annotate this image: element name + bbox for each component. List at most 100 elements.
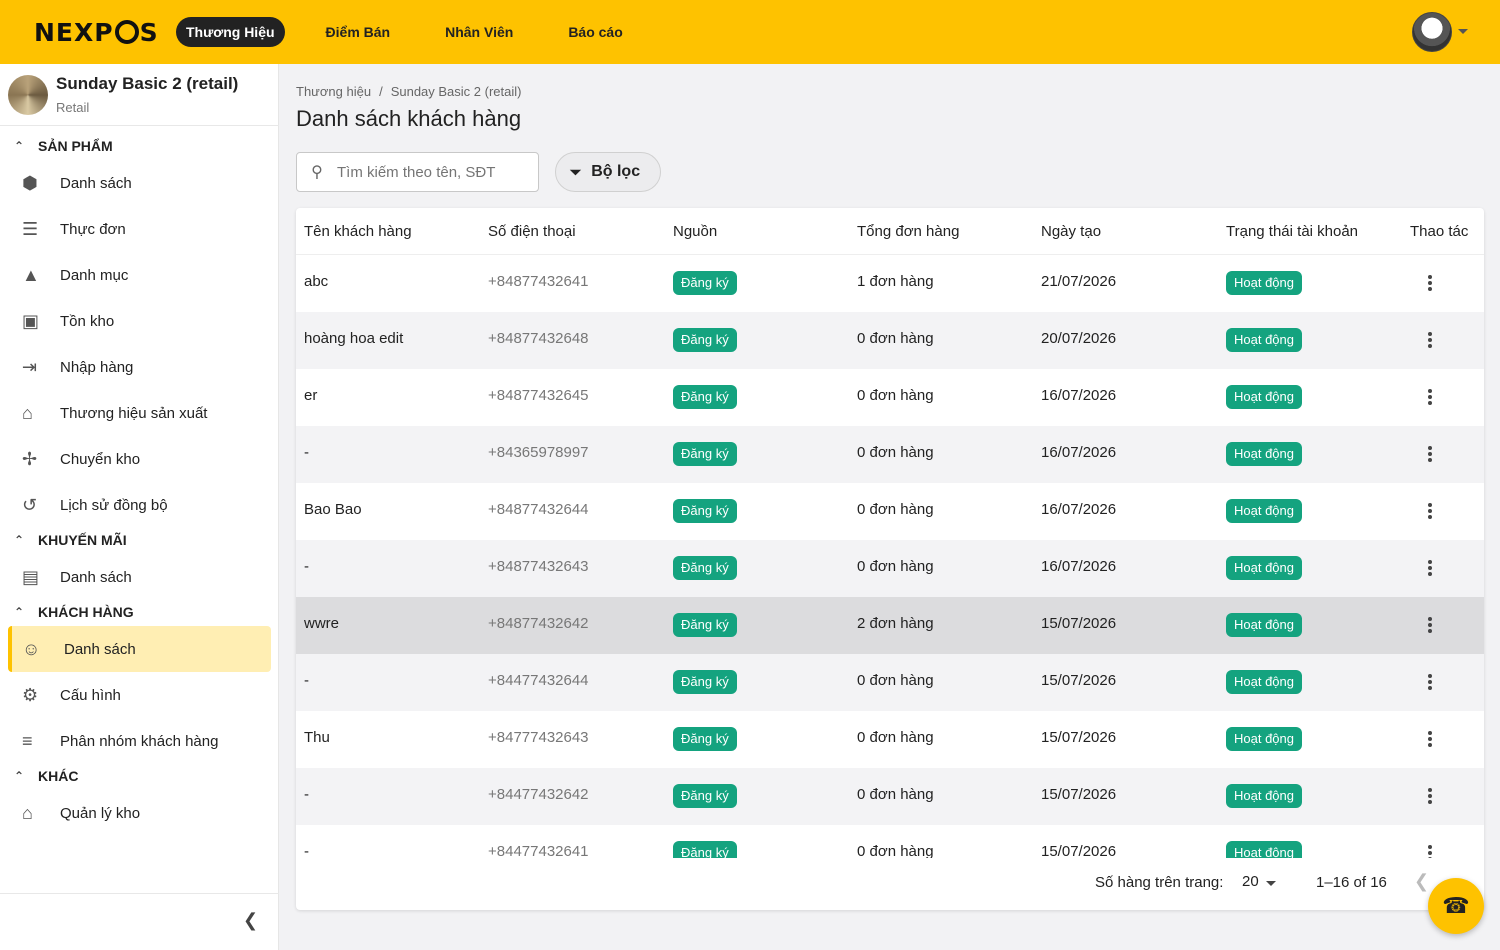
sidebar-item-0-3[interactable]: ▣ Tồn kho [8,298,271,344]
more-vert-icon[interactable] [1422,442,1438,466]
more-vert-icon[interactable] [1422,499,1438,523]
breadcrumb-thuong-hieu[interactable]: Thương hiệu [296,84,371,99]
pagination-range: 1–16 of 16 [1316,874,1387,891]
search-icon: ⚲ [311,164,323,181]
column-header-6[interactable]: Thao tác [1410,223,1468,240]
logo-text-left: NEXP [34,17,114,47]
store-header[interactable]: Sunday Basic 2 (retail) Retail [8,74,238,115]
sidebar-item-0-6[interactable]: ✢ Chuyển kho [8,436,271,482]
menu-book-icon: ☰ [22,218,39,239]
sidebar-item-0-5[interactable]: ⌂ Thương hiệu sản xuất [8,390,271,436]
top-bar: NEXP S Thương Hiệu Điểm Bán Nhân Viên Báo… [0,0,1500,64]
more-vert-icon[interactable] [1422,385,1438,409]
support-headset-icon[interactable]: ☎ [1428,878,1484,934]
more-vert-icon[interactable] [1422,271,1438,295]
logo-o-icon [114,20,139,44]
chevron-up-icon: ⌃ [13,769,25,783]
column-header-5[interactable]: Trạng thái tài khoản [1226,223,1358,240]
table-row[interactable]: er +84877432645 Đăng ký 0 đơn hàng 16/07/202… [296,369,1484,426]
table-row[interactable]: Bao Bao +84877432644 Đăng ký 0 đơn hàng 16/0… [296,483,1484,540]
sidebar-item-label: Quản lý kho [60,804,141,822]
status-badge: Hoạt động [1226,841,1302,858]
sidebar-section-title: KHUYẾN MÃI [38,532,127,548]
main-nav: Thương Hiệu Điểm Bán Nhân Viên Báo cáo [176,17,648,47]
nav-bao-cao[interactable]: Báo cáo [558,17,632,47]
created-date: 16/07/2026 [1041,444,1117,461]
column-header-4[interactable]: Ngày tạo [1041,223,1101,240]
sidebar-section-2[interactable]: ⌃ KHÁCH HÀNG [0,600,279,624]
collapse-sidebar-chevron-left-icon[interactable]: ❮ [243,910,258,931]
more-vert-icon[interactable] [1422,727,1438,751]
rows-per-page-chevron-down-icon[interactable] [1266,881,1276,886]
customer-name: Thu [304,729,330,746]
more-vert-icon[interactable] [1422,670,1438,694]
table-row[interactable]: wwre +84877432642 Đăng ký 2 đơn hàng 15/07/2… [296,597,1484,654]
sidebar-item-2-0[interactable]: ☺ Danh sách [8,626,271,672]
filter-button[interactable]: ⏷ Bộ lọc [555,152,661,192]
order-count: 2 đơn hàng [857,615,934,632]
column-header-1[interactable]: Số điện thoại [488,223,576,240]
table-row[interactable]: Thu +84777432643 Đăng ký 0 đơn hàng 15/07/20… [296,711,1484,768]
user-avatar[interactable] [1412,12,1452,52]
sidebar-item-0-0[interactable]: ⬢ Danh sách [8,160,271,206]
column-header-3[interactable]: Tổng đơn hàng [857,223,959,240]
more-vert-icon[interactable] [1422,784,1438,808]
history-icon: ↺ [22,494,38,515]
sidebar-item-2-1[interactable]: ⚙ Cấu hình [8,672,271,718]
prev-page-chevron-left-icon[interactable]: ❮ [1414,871,1429,892]
filter-icon: ⏷ [570,163,582,180]
table-row[interactable]: - +84477432642 Đăng ký 0 đơn hàng 15/07/2026… [296,768,1484,825]
more-vert-icon[interactable] [1422,613,1438,637]
sidebar-section-3[interactable]: ⌃ KHÁC [0,764,279,788]
user-menu-chevron-down-icon[interactable] [1458,29,1468,34]
source-badge: Đăng ký [673,442,737,466]
more-vert-icon[interactable] [1422,328,1438,352]
sidebar-section-1[interactable]: ⌃ KHUYẾN MÃI [0,528,279,552]
customer-phone: +84477432644 [488,672,589,689]
breadcrumb-store[interactable]: Sunday Basic 2 (retail) [391,84,522,99]
column-header-2[interactable]: Nguồn [673,223,717,240]
category-icon: ▲ [22,264,40,285]
customer-name: - [304,672,309,689]
sidebar-item-0-7[interactable]: ↺ Lịch sử đồng bộ [8,482,271,528]
share-icon: ✢ [22,448,38,469]
sidebar-item-0-4[interactable]: ⇥ Nhập hàng [8,344,271,390]
sidebar-item-label: Danh sách [60,568,132,586]
table-row[interactable]: - +84477432644 Đăng ký 0 đơn hàng 15/07/2026… [296,654,1484,711]
column-header-0[interactable]: Tên khách hàng [304,223,412,240]
search-input[interactable] [337,163,532,181]
nav-nhan-vien[interactable]: Nhân Viên [435,17,523,47]
store-avatar [8,74,48,115]
more-vert-icon[interactable] [1422,841,1438,858]
inventory-icon: ▣ [22,310,40,331]
table-header: Tên khách hàng Số điện thoại Nguồn Tổng đơn… [296,208,1484,255]
order-count: 0 đơn hàng [857,672,934,689]
rows-per-page-select[interactable]: 20 [1242,873,1259,890]
nav-diem-ban[interactable]: Điểm Bán [316,17,401,47]
table-row[interactable]: - +84877432643 Đăng ký 0 đơn hàng 16/07/2026… [296,540,1484,597]
sidebar-item-1-0[interactable]: ▤ Danh sách [8,554,271,600]
order-count: 0 đơn hàng [857,729,934,746]
sidebar-item-0-1[interactable]: ☰ Thực đơn [8,206,271,252]
table-row[interactable]: hoàng hoa edit +84877432648 Đăng ký 0 đơn h… [296,312,1484,369]
sidebar-item-2-2[interactable]: ≡ Phân nhóm khách hàng [8,718,271,764]
more-vert-icon[interactable] [1422,556,1438,580]
table-row[interactable]: abc +84877432641 Đăng ký 1 đơn hàng 21/07/20… [296,255,1484,312]
nav-thuong-hieu[interactable]: Thương Hiệu [176,17,285,47]
status-badge: Hoạt động [1226,499,1302,523]
sidebar-item-3-0[interactable]: ⌂ Quản lý kho [8,790,271,836]
sidebar-item-label: Thực đơn [60,220,126,238]
sidebar-section-title: KHÁC [38,768,79,784]
sidebar-item-0-2[interactable]: ▲ Danh mục [8,252,271,298]
source-badge: Đăng ký [673,499,737,523]
rows-per-page-label: Số hàng trên trang: [1095,874,1224,891]
table-row[interactable]: - +84365978997 Đăng ký 0 đơn hàng 16/07/2026… [296,426,1484,483]
created-date: 16/07/2026 [1041,501,1117,518]
table-row[interactable]: - +84477432641 Đăng ký 0 đơn hàng 15/07/2026… [296,825,1484,858]
table-body: abc +84877432641 Đăng ký 1 đơn hàng 21/07/20… [296,255,1484,858]
sidebar-item-label: Tồn kho [60,312,115,330]
nexpos-logo[interactable]: NEXP S [34,17,159,47]
sidebar-item-label: Danh sách [64,640,136,658]
sidebar-item-label: Thương hiệu sản xuất [60,404,208,422]
sidebar-section-0[interactable]: ⌃ SẢN PHẨM [0,134,279,158]
